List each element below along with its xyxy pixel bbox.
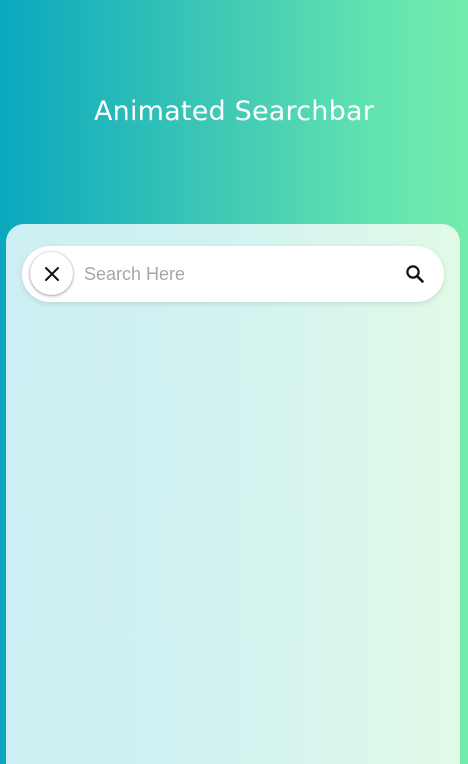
close-button[interactable] bbox=[30, 252, 73, 295]
content-panel bbox=[6, 224, 460, 764]
page-title: Animated Searchbar bbox=[94, 96, 374, 127]
close-icon bbox=[44, 266, 60, 282]
app-screen: Animated Searchbar bbox=[0, 0, 468, 764]
search-icon[interactable] bbox=[404, 263, 426, 285]
search-input[interactable] bbox=[84, 256, 384, 292]
search-bar bbox=[22, 246, 444, 302]
